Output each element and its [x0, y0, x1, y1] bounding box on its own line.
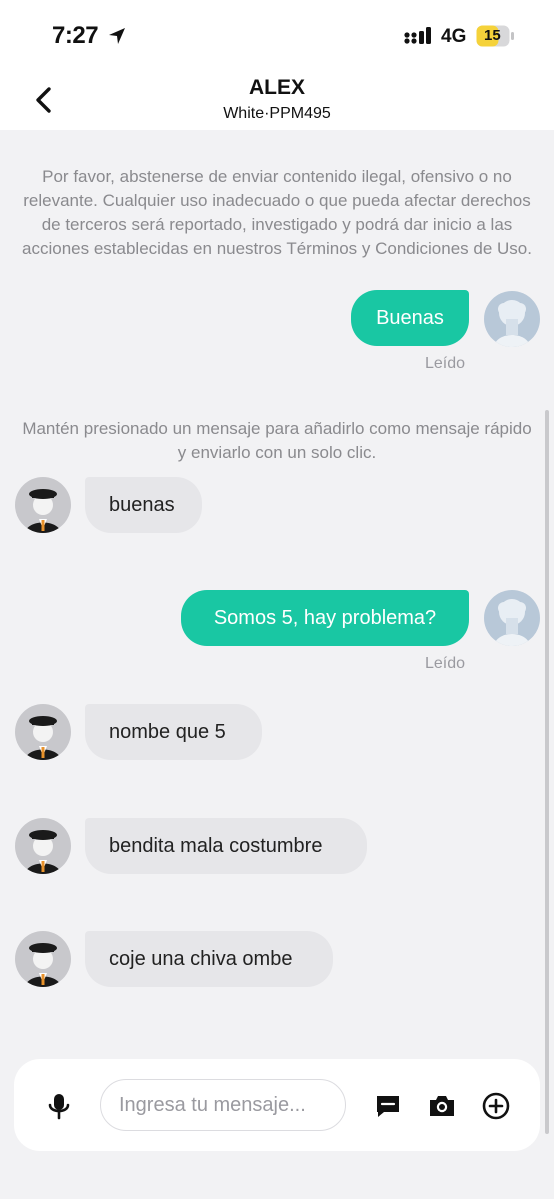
driver-avatar — [15, 931, 71, 987]
status-bar: 7:27 4G 15 — [0, 0, 554, 70]
driver-avatar-icon — [15, 931, 71, 987]
chat-scrollbar[interactable] — [545, 410, 549, 1134]
message-outgoing[interactable]: Buenas — [351, 290, 469, 346]
driver-avatar — [15, 704, 71, 760]
quick-message-icon[interactable] — [374, 1092, 402, 1120]
camera-icon[interactable] — [428, 1092, 456, 1120]
driver-avatar-icon — [15, 818, 71, 874]
status-time: 7:27 — [52, 22, 99, 49]
contact-name: ALEX — [248, 76, 305, 99]
read-status: Leído — [425, 355, 466, 372]
user-avatar-icon — [484, 590, 540, 646]
message-incoming[interactable]: nombe que 5 — [85, 704, 262, 760]
vehicle-info: White·PPM495 — [223, 105, 331, 122]
driver-avatar — [15, 818, 71, 874]
message-incoming[interactable]: bendita mala costumbre — [85, 818, 367, 874]
driver-avatar-icon — [15, 704, 71, 760]
chat-header: ALEX White·PPM495 — [0, 70, 554, 130]
battery-level: 15 — [484, 27, 501, 44]
message-input[interactable] — [100, 1079, 346, 1131]
signal-icon — [404, 27, 431, 44]
message-incoming[interactable]: coje una chiva ombe — [85, 931, 333, 987]
message-composer — [14, 1059, 540, 1151]
location-arrow-icon — [109, 28, 125, 44]
message-outgoing[interactable]: Somos 5, hay problema? — [181, 590, 469, 646]
policy-notice: Por favor, abstenerse de enviar contenid… — [22, 167, 532, 258]
plus-circle-icon[interactable] — [481, 1091, 511, 1121]
message-incoming[interactable]: buenas — [85, 477, 202, 533]
driver-avatar-icon — [15, 477, 71, 533]
read-status: Leído — [425, 655, 466, 672]
microphone-icon[interactable] — [44, 1091, 74, 1121]
network-type: 4G — [441, 26, 467, 47]
user-avatar — [484, 590, 540, 646]
user-avatar — [484, 291, 540, 347]
quick-message-tip: Mantén presionado un mensaje para añadir… — [22, 419, 532, 462]
user-avatar-icon — [484, 291, 540, 347]
driver-avatar — [15, 477, 71, 533]
